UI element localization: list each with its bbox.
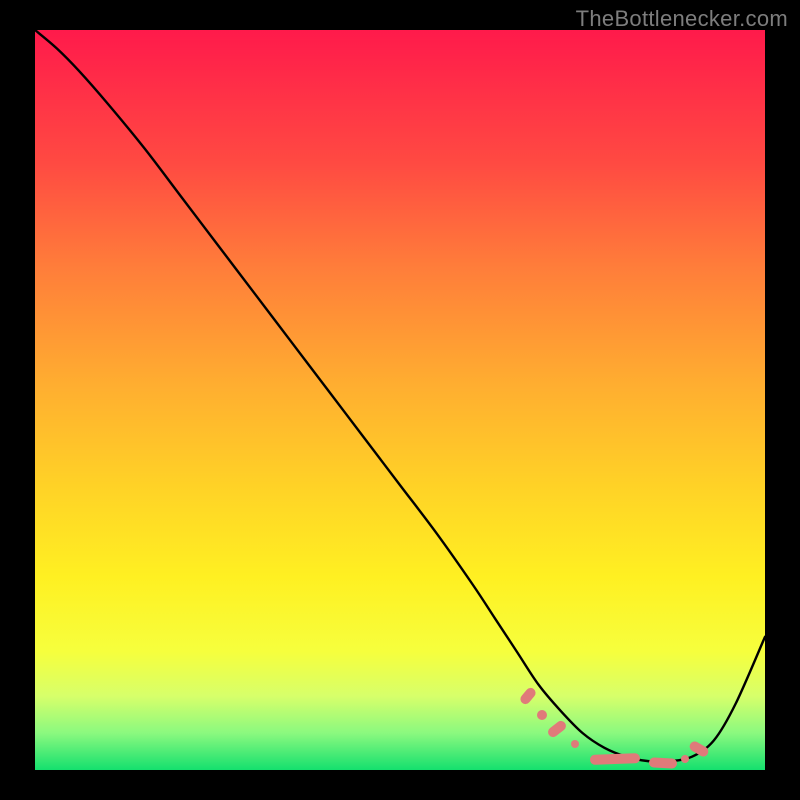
curve-marker [571, 740, 579, 748]
curve-marker [546, 719, 568, 739]
curve-marker [688, 740, 710, 759]
curve-marker [537, 710, 547, 720]
curve-marker [518, 686, 537, 706]
line-curve [35, 30, 765, 770]
plot-area [35, 30, 765, 770]
curve-marker [649, 757, 677, 768]
curve-marker [681, 755, 689, 763]
curve-marker [590, 753, 640, 765]
chart-root: TheBottlenecker.com [0, 0, 800, 800]
attribution-text: TheBottlenecker.com [576, 6, 788, 32]
